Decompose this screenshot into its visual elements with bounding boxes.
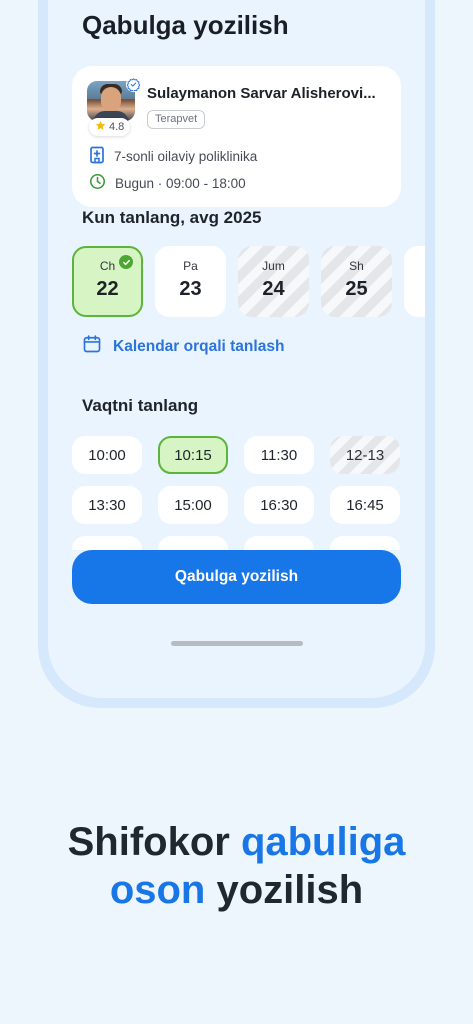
time-slot-partial[interactable] <box>244 536 314 550</box>
check-icon <box>119 255 133 269</box>
hours-row: Bugun · 09:00 - 18:00 <box>89 173 246 193</box>
day-name: Ch <box>99 259 116 273</box>
calendar-link-label: Kalendar orqali tanlash <box>113 337 285 355</box>
calendar-picker-link[interactable]: Kalendar orqali tanlash <box>82 334 284 359</box>
day-name: Pa <box>183 259 198 273</box>
day-number: 23 <box>179 278 202 300</box>
day-number: 25 <box>345 278 368 300</box>
tagline-accent: oson <box>109 868 206 912</box>
day-option-disabled: Jum 24 <box>238 246 309 317</box>
time-slot[interactable]: 13:30 <box>72 486 142 524</box>
tagline-part: yozilish <box>205 868 364 912</box>
tagline-accent: qabuliga <box>240 820 406 864</box>
time-slot-disabled: 12-13 <box>330 436 400 474</box>
calendar-icon <box>82 334 102 359</box>
time-section-label: Vaqtni tanlang <box>82 396 199 415</box>
doctor-card[interactable]: 4.8 Sulaymanon Sarvar Alisherovi... Tera… <box>72 66 401 207</box>
doctor-avatar-group: 4.8 <box>87 77 141 137</box>
doctor-name: Sulaymanon Sarvar Alisherovi... <box>147 85 376 102</box>
hospital-icon <box>89 146 105 167</box>
day-name: Jum <box>262 259 285 273</box>
clinic-name: 7-sonli oilaviy poliklinika <box>114 149 258 164</box>
rating-value: 4.8 <box>109 121 125 133</box>
time-slot-partial[interactable] <box>72 536 142 550</box>
time-slot[interactable]: 16:30 <box>244 486 314 524</box>
time-slot[interactable]: 15:00 <box>158 486 228 524</box>
day-option[interactable]: Pa 23 <box>155 246 226 317</box>
home-indicator <box>171 641 303 646</box>
day-section-label: Kun tanlang, avg 2025 <box>82 208 262 227</box>
day-option-partial[interactable] <box>404 246 425 317</box>
specialty-chip: Terapvet <box>147 110 206 129</box>
time-slot[interactable]: 11:30 <box>244 436 314 474</box>
tagline-part: Shifokor <box>67 820 241 864</box>
time-slot[interactable]: 10:00 <box>72 436 142 474</box>
phone-frame: Qabulga yozilish 4.8 Sulaymanon Sarvar A… <box>38 0 435 708</box>
day-option-disabled: Sh 25 <box>321 246 392 317</box>
book-appointment-button[interactable]: Qabulga yozilish <box>72 550 401 604</box>
day-number: 22 <box>96 278 119 300</box>
time-slot-partial[interactable] <box>158 536 228 550</box>
day-number: 24 <box>262 278 285 300</box>
time-slot-selected[interactable]: 10:15 <box>158 436 228 474</box>
promo-tagline: Shifokor qabuliga oson yozilish <box>0 818 473 914</box>
clinic-row: 7-sonli oilaviy poliklinika <box>89 146 257 167</box>
clock-icon <box>89 173 106 193</box>
day-name: Sh <box>349 259 364 273</box>
verified-icon <box>126 77 141 92</box>
star-icon <box>95 120 106 134</box>
day-picker: Ch 22 Pa 23 Jum 24 Sh 25 <box>72 246 425 317</box>
working-hours: Bugun · 09:00 - 18:00 <box>115 175 246 191</box>
day-option[interactable]: Ch 22 <box>72 246 143 317</box>
rating-badge: 4.8 <box>89 118 131 136</box>
time-slot-partial[interactable] <box>330 536 400 550</box>
page-title: Qabulga yozilish <box>82 10 289 40</box>
app-screen: Qabulga yozilish 4.8 Sulaymanon Sarvar A… <box>48 0 425 698</box>
time-slot-grid: 10:00 10:15 11:30 12-13 13:30 15:00 16:3… <box>72 436 400 550</box>
time-slot[interactable]: 16:45 <box>330 486 400 524</box>
